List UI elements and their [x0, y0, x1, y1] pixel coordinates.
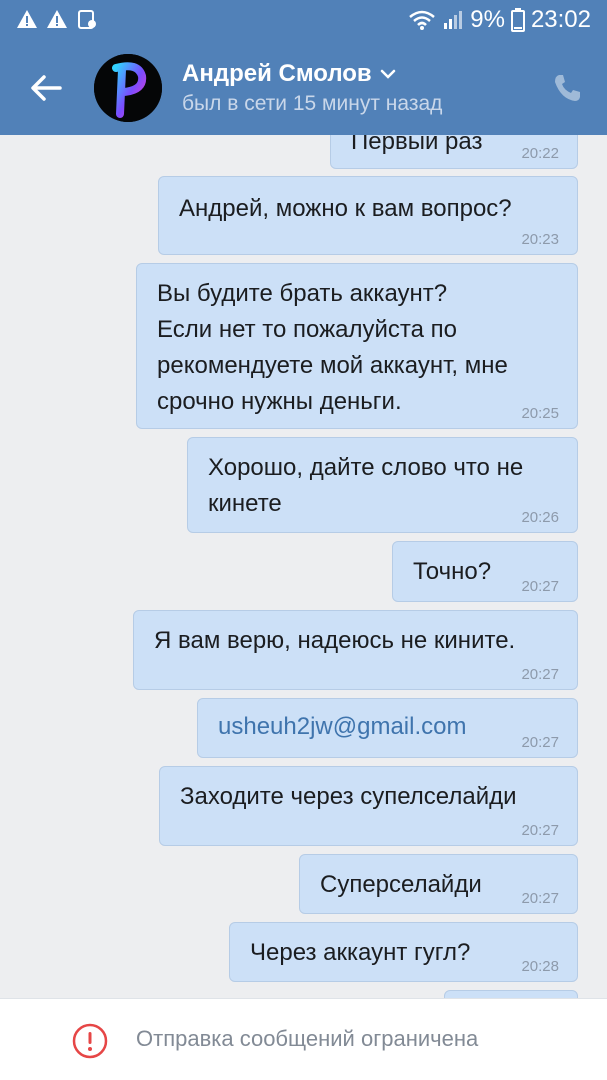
warning-icon [16, 8, 38, 30]
message-bubble[interactable]: Андрей, можно к вам вопрос? 20:23 [158, 176, 578, 255]
battery-percent: 9% [470, 6, 505, 33]
notification-icon [76, 8, 98, 30]
message-bubble[interactable]: Точно? 20:27 [392, 541, 578, 602]
message-bubble[interactable]: usheuh2jw@gmail.com 20:27 [197, 698, 578, 758]
call-button[interactable] [551, 72, 583, 104]
message-bubble[interactable]: Через аккаунт гугл? 20:28 [229, 922, 578, 982]
message-text: Вы будите брать аккаунт? Если нет то пож… [157, 280, 508, 415]
chat-header: Андрей Смолов был в сети 15 минут назад [0, 40, 607, 135]
message-time: 20:23 [521, 231, 559, 248]
message-time: 20:25 [521, 405, 559, 422]
message-bubble[interactable]: Вы будите брать аккаунт? Если нет то пож… [136, 263, 578, 429]
restriction-notice: Отправка сообщений ограничена [136, 1026, 479, 1051]
message-bubble[interactable]: Первый раз 20:22 [330, 135, 578, 169]
message-text: Я вам верю, надеюсь не кините. [154, 627, 516, 654]
signal-icon [442, 9, 464, 31]
back-button[interactable] [26, 68, 66, 108]
message-text: Суперселайди [320, 871, 482, 898]
message-bubble[interactable]: Я вам верю, надеюсь не кините. 20:27 [133, 610, 578, 690]
message-time: 20:27 [521, 578, 559, 595]
last-seen-status: был в сети 15 минут назад [182, 92, 443, 115]
message-time: 20:22 [521, 145, 559, 162]
contact-name-text: Андрей Смолов [182, 60, 372, 87]
message-bubble[interactable]: Заходите через супелселайди 20:27 [159, 766, 578, 846]
message-time: 20:27 [521, 822, 559, 839]
warning-icon [46, 8, 68, 30]
status-bar: 9% 23:02 [0, 0, 607, 40]
message-bubble[interactable]: Хорошо, дайте слово что не кинете 20:26 [187, 437, 578, 533]
message-bubble [444, 990, 578, 998]
avatar[interactable] [94, 54, 162, 122]
message-text: Через аккаунт гугл? [250, 939, 471, 966]
message-text: Точно? [413, 558, 492, 585]
phone-icon [555, 75, 580, 101]
arrow-left-icon [31, 75, 62, 101]
message-text: Хорошо, дайте слово что не кинете [208, 454, 524, 517]
clock: 23:02 [530, 6, 591, 33]
message-time: 20:27 [521, 666, 559, 683]
wifi-icon [408, 9, 436, 31]
message-text: Первый раз [351, 135, 483, 155]
message-text: Заходите через супелселайди [180, 783, 517, 810]
message-time: 20:26 [521, 509, 559, 526]
message-bubble[interactable]: Суперселайди 20:27 [299, 854, 578, 914]
message-time: 20:28 [521, 958, 559, 975]
composer-restricted-bar: Отправка сообщений ограничена [0, 998, 607, 1080]
message-time: 20:27 [521, 734, 559, 751]
message-time: 20:27 [521, 890, 559, 907]
chevron-down-icon [380, 69, 395, 79]
warning-circle-icon [72, 1023, 108, 1059]
message-text: Андрей, можно к вам вопрос? [179, 195, 512, 222]
message-list[interactable]: Первый раз 20:22 Андрей, можно к вам воп… [0, 135, 607, 998]
email-link[interactable]: usheuh2jw@gmail.com [218, 709, 466, 745]
battery-icon [510, 8, 525, 32]
contact-name[interactable]: Андрей Смолов [182, 60, 396, 88]
